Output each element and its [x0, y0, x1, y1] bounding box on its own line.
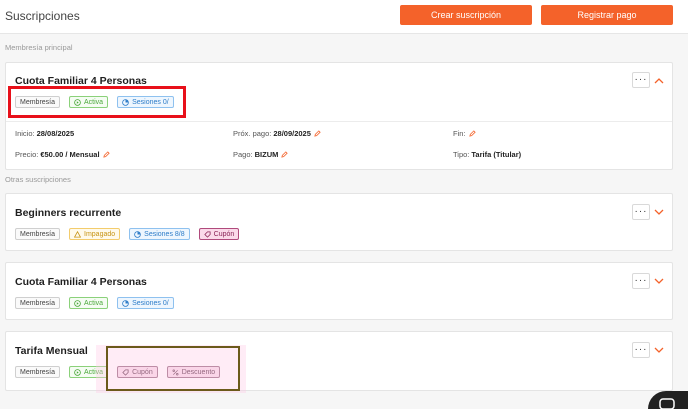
coupon-tag: Cupón — [198, 228, 240, 240]
chevron-down-icon[interactable] — [654, 345, 664, 355]
unpaid-tag: Impagado — [69, 228, 121, 240]
start-date: Inicio: 28/08/2025 — [15, 129, 75, 138]
membership-tag: Membresía — [15, 228, 61, 240]
payment-method: Pago: BIZUM — [233, 150, 289, 159]
sessions-tag: Sesiones 8/8 — [129, 228, 190, 240]
other-subscriptions-label: Otras suscripciones — [5, 175, 71, 184]
membership-tag: Membresía — [15, 297, 61, 309]
chevron-down-icon[interactable] — [654, 207, 664, 217]
play-circle-icon — [74, 368, 81, 376]
edit-icon[interactable] — [102, 151, 110, 158]
highlight-box-olive — [106, 346, 240, 391]
create-subscription-button[interactable]: Crear suscripción — [400, 5, 532, 25]
highlight-box-red — [8, 86, 186, 118]
end-date: Fin: — [453, 129, 476, 138]
membership-details: Inicio: 28/08/2025 Próx. pago: 28/09/2025 … — [6, 121, 672, 159]
edit-icon[interactable] — [314, 130, 321, 137]
more-options-button[interactable]: ··· — [632, 204, 650, 220]
card-title: Cuota Familiar 4 Personas — [15, 276, 147, 288]
page-title: Suscripciones — [5, 9, 80, 23]
chevron-down-icon[interactable] — [654, 276, 664, 286]
card-title: Beginners recurrente — [15, 207, 122, 219]
subscription-type: Tipo: Tarifa (Titular) — [453, 150, 522, 159]
card-title: Tarifa Mensual — [15, 345, 88, 357]
sessions-tag: Sesiones 0/ — [117, 297, 174, 309]
membership-tag: Membresía — [15, 366, 61, 378]
chat-bubble-icon — [659, 398, 675, 409]
play-circle-icon — [74, 299, 81, 307]
more-options-button[interactable]: ··· — [632, 342, 650, 358]
subscription-card: Beginners recurrente ··· Membresía Impag… — [5, 193, 673, 251]
chat-widget-icon[interactable] — [648, 391, 688, 409]
active-tag: Activa — [69, 297, 109, 309]
more-options-button[interactable]: ··· — [632, 273, 650, 289]
price: Precio: €50.00 / Mensual — [15, 150, 110, 159]
sessions-icon — [122, 299, 129, 307]
register-payment-button[interactable]: Registrar pago — [541, 5, 673, 25]
tag-list: Membresía Impagado Sesiones 8/8 Cupón — [15, 228, 240, 240]
edit-icon[interactable] — [281, 151, 289, 158]
top-bar: Suscripciones Crear suscripción Registra… — [0, 0, 688, 34]
main-membership-label: Membresía principal — [5, 43, 73, 52]
edit-icon[interactable] — [468, 130, 476, 137]
tag-list: Membresía Activa Sesiones 0/ — [15, 297, 174, 309]
sessions-icon — [134, 230, 141, 238]
warning-icon — [74, 230, 82, 238]
more-options-button[interactable]: ··· — [632, 72, 650, 88]
next-payment: Próx. pago: 28/09/2025 — [233, 129, 321, 138]
chevron-up-icon[interactable] — [654, 76, 664, 86]
tag-icon — [203, 230, 211, 238]
subscription-card: Cuota Familiar 4 Personas ··· Membresía … — [5, 262, 673, 320]
